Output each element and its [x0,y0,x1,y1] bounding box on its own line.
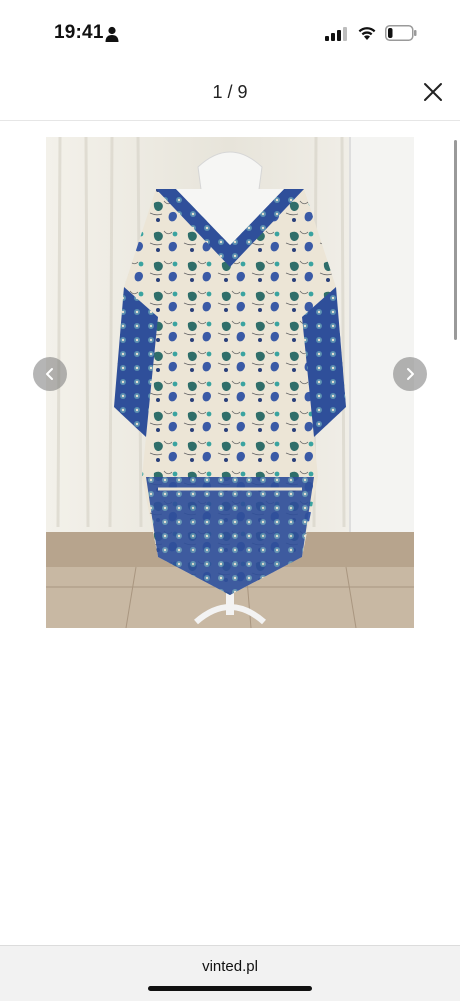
product-photo[interactable] [46,137,414,628]
wifi-icon [358,27,376,40]
chevron-left-icon [46,368,53,380]
status-time: 19:41 [54,22,104,43]
battery-icon [385,25,417,41]
chevron-right-icon [407,368,414,380]
close-icon[interactable] [418,77,448,107]
browser-address-bar[interactable]: vinted.pl [0,945,460,1001]
signal-icon [325,27,347,41]
person-icon [105,26,119,42]
next-photo-button[interactable] [393,357,427,391]
photo-counter: 1 / 9 [212,82,248,102]
scroll-indicator[interactable] [454,140,457,340]
home-indicator[interactable] [148,986,312,991]
kaftan-photo-illustration [46,137,414,628]
viewer-header: 1 / 9 [0,64,460,121]
url-label[interactable]: vinted.pl [0,958,460,975]
status-bar: 19:41 [0,0,460,64]
previous-photo-button[interactable] [33,357,67,391]
